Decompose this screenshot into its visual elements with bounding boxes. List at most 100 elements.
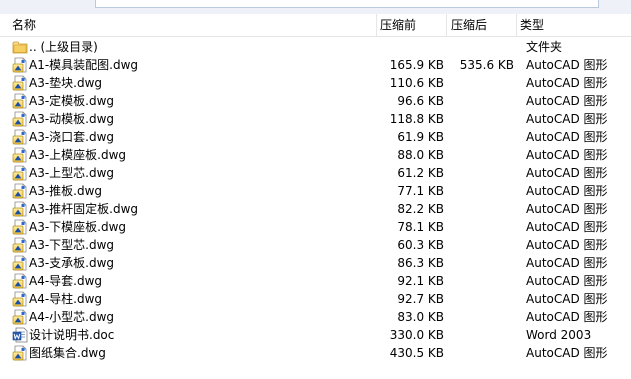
- file-type: AutoCAD 图形: [526, 130, 608, 144]
- file-row[interactable]: A3-推杆固定板.dwg 82.2 KB AutoCAD 图形: [0, 200, 631, 218]
- file-name: A3-上模座板.dwg: [29, 148, 127, 162]
- file-row[interactable]: A1-模具装配图.dwg 165.9 KB 535.6 KB AutoCAD 图形: [0, 56, 631, 74]
- file-name: A4-小型芯.dwg: [29, 310, 115, 324]
- file-name: A3-定模板.dwg: [29, 94, 115, 108]
- file-size: 61.2 KB: [397, 166, 444, 180]
- file-type: AutoCAD 图形: [526, 148, 608, 162]
- file-size: 92.1 KB: [397, 274, 444, 288]
- file-type: AutoCAD 图形: [526, 184, 608, 198]
- file-size: 86.3 KB: [397, 256, 444, 270]
- file-row[interactable]: A3-垫块.dwg 110.6 KB AutoCAD 图形: [0, 74, 631, 92]
- file-size: 77.1 KB: [397, 184, 444, 198]
- autocad-file-icon: [12, 309, 28, 325]
- autocad-file-icon: [12, 129, 28, 145]
- file-type: AutoCAD 图形: [526, 76, 608, 90]
- file-name: A3-上型芯.dwg: [29, 166, 115, 180]
- file-name: 图纸集合.dwg: [29, 346, 106, 360]
- column-header-bar: 名称 压缩前 压缩后 类型: [0, 14, 631, 37]
- file-size: 78.1 KB: [397, 220, 444, 234]
- file-type: AutoCAD 图形: [526, 202, 608, 216]
- autocad-file-icon: [12, 111, 28, 127]
- file-name: A3-动模板.dwg: [29, 112, 115, 126]
- file-name: .. (上级目录): [29, 40, 98, 54]
- file-type: AutoCAD 图形: [526, 112, 608, 126]
- autocad-file-icon: [12, 237, 28, 253]
- file-row[interactable]: A4-导柱.dwg 92.7 KB AutoCAD 图形: [0, 290, 631, 308]
- file-type: AutoCAD 图形: [526, 274, 608, 288]
- file-type: AutoCAD 图形: [526, 58, 608, 72]
- file-size: 165.9 KB: [389, 58, 444, 72]
- file-name: A4-导柱.dwg: [29, 292, 103, 306]
- file-size: 92.7 KB: [397, 292, 444, 306]
- autocad-file-icon: [12, 219, 28, 235]
- autocad-file-icon: [12, 201, 28, 217]
- folder-icon: [12, 39, 28, 55]
- file-packed-size: 535.6 KB: [459, 58, 514, 72]
- file-row[interactable]: A3-支承板.dwg 86.3 KB AutoCAD 图形: [0, 254, 631, 272]
- file-type: Word 2003: [526, 328, 592, 342]
- file-size: 110.6 KB: [389, 76, 444, 90]
- file-size: 118.8 KB: [389, 112, 444, 126]
- file-type: AutoCAD 图形: [526, 346, 608, 360]
- file-type: AutoCAD 图形: [526, 292, 608, 306]
- file-size: 430.5 KB: [389, 346, 444, 360]
- autocad-file-icon: [12, 273, 28, 289]
- file-size: 82.2 KB: [397, 202, 444, 216]
- file-row[interactable]: A3-浇口套.dwg 61.9 KB AutoCAD 图形: [0, 128, 631, 146]
- autocad-file-icon: [12, 291, 28, 307]
- file-type: AutoCAD 图形: [526, 310, 608, 324]
- file-list: .. (上级目录) 文件夹 A1-模具装配图.dwg 165.9 KB 535.6 KB…: [0, 38, 631, 362]
- file-type: AutoCAD 图形: [526, 220, 608, 234]
- file-row[interactable]: A3-上模座板.dwg 88.0 KB AutoCAD 图形: [0, 146, 631, 164]
- file-name: 设计说明书.doc: [29, 328, 115, 342]
- autocad-file-icon: [12, 147, 28, 163]
- file-row[interactable]: A3-上型芯.dwg 61.2 KB AutoCAD 图形: [0, 164, 631, 182]
- file-row[interactable]: 设计说明书.doc 330.0 KB Word 2003: [0, 326, 631, 344]
- autocad-file-icon: [12, 75, 28, 91]
- file-size: 60.3 KB: [397, 238, 444, 252]
- file-size: 61.9 KB: [397, 130, 444, 144]
- file-name: A3-支承板.dwg: [29, 256, 115, 270]
- file-type: AutoCAD 图形: [526, 238, 608, 252]
- file-name: A3-推板.dwg: [29, 184, 103, 198]
- file-name: A3-推杆固定板.dwg: [29, 202, 139, 216]
- file-type: AutoCAD 图形: [526, 94, 608, 108]
- file-name: A3-垫块.dwg: [29, 76, 103, 90]
- file-row[interactable]: 图纸集合.dwg 430.5 KB AutoCAD 图形: [0, 344, 631, 362]
- autocad-file-icon: [12, 93, 28, 109]
- file-size: 83.0 KB: [397, 310, 444, 324]
- file-name: A3-下模座板.dwg: [29, 220, 127, 234]
- address-field[interactable]: [95, 0, 599, 8]
- column-header-packed[interactable]: 压缩后: [451, 17, 487, 33]
- column-divider[interactable]: [376, 14, 377, 36]
- file-name: A3-浇口套.dwg: [29, 130, 115, 144]
- file-row[interactable]: A3-下模座板.dwg 78.1 KB AutoCAD 图形: [0, 218, 631, 236]
- archive-file-list-window: 名称 压缩前 压缩后 类型 .. (上级目录) 文件夹 A1-模具装配图.dwg 16…: [0, 0, 631, 379]
- file-type: AutoCAD 图形: [526, 256, 608, 270]
- file-name: A3-下型芯.dwg: [29, 238, 115, 252]
- file-size: 88.0 KB: [397, 148, 444, 162]
- file-row[interactable]: .. (上级目录) 文件夹: [0, 38, 631, 56]
- column-header-size[interactable]: 压缩前: [380, 17, 416, 33]
- file-type: AutoCAD 图形: [526, 166, 608, 180]
- toolbar-strip: [0, 0, 631, 14]
- file-row[interactable]: A4-小型芯.dwg 83.0 KB AutoCAD 图形: [0, 308, 631, 326]
- file-row[interactable]: A4-导套.dwg 92.1 KB AutoCAD 图形: [0, 272, 631, 290]
- file-type: 文件夹: [526, 40, 563, 54]
- autocad-file-icon: [12, 57, 28, 73]
- file-size: 330.0 KB: [389, 328, 444, 342]
- column-header-type[interactable]: 类型: [520, 17, 544, 33]
- file-size: 96.6 KB: [397, 94, 444, 108]
- file-row[interactable]: A3-下型芯.dwg 60.3 KB AutoCAD 图形: [0, 236, 631, 254]
- file-row[interactable]: A3-动模板.dwg 118.8 KB AutoCAD 图形: [0, 110, 631, 128]
- column-header-name[interactable]: 名称: [12, 17, 36, 33]
- file-row[interactable]: A3-定模板.dwg 96.6 KB AutoCAD 图形: [0, 92, 631, 110]
- column-divider[interactable]: [516, 14, 517, 36]
- column-divider[interactable]: [446, 14, 447, 36]
- file-row[interactable]: A3-推板.dwg 77.1 KB AutoCAD 图形: [0, 182, 631, 200]
- file-name: A4-导套.dwg: [29, 274, 103, 288]
- autocad-file-icon: [12, 255, 28, 271]
- autocad-file-icon: [12, 183, 28, 199]
- word-file-icon: [12, 327, 28, 343]
- autocad-file-icon: [12, 165, 28, 181]
